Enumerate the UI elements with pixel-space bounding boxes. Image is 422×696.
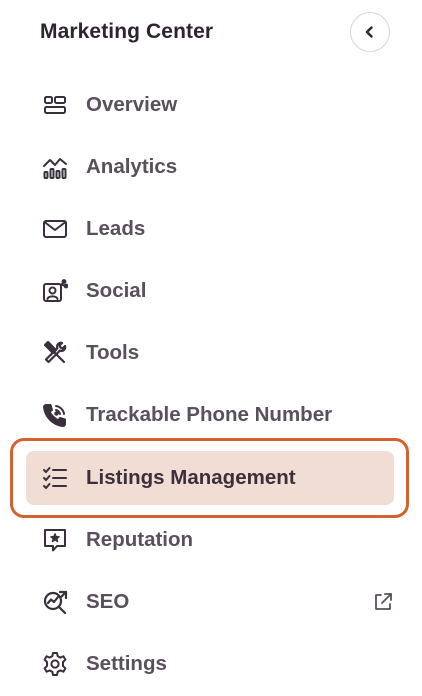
sidebar-item-settings[interactable]: Settings [26, 637, 394, 691]
grid-layout-icon [42, 92, 68, 118]
star-chat-icon [42, 527, 68, 553]
mail-icon [42, 216, 68, 242]
social-share-icon [42, 278, 68, 304]
external-link-icon[interactable] [372, 591, 394, 613]
chevron-left-icon [363, 25, 377, 39]
checklist-icon [42, 465, 68, 491]
chart-trend-icon [42, 154, 68, 180]
sidebar-item-label: Settings [86, 652, 167, 675]
sidebar-item-label: Listings Management [86, 466, 296, 489]
sidebar-item-listings-management[interactable]: Listings Management [26, 451, 394, 505]
search-chart-icon [42, 589, 68, 615]
sidebar-item-label: Social [86, 279, 147, 302]
tools-icon [42, 340, 68, 366]
gear-icon [42, 651, 68, 677]
sidebar-item-leads[interactable]: Leads [26, 202, 394, 256]
sidebar-item-label: Overview [86, 93, 178, 116]
sidebar-item-label: Tools [86, 341, 140, 364]
sidebar-item-seo[interactable]: SEO [26, 575, 394, 629]
sidebar-item-social[interactable]: Social [26, 264, 394, 318]
phone-tracking-icon [42, 402, 68, 428]
collapse-sidebar-button[interactable] [350, 12, 390, 52]
sidebar-title: Marketing Center [40, 20, 214, 43]
sidebar-item-label: Analytics [86, 155, 178, 178]
sidebar-item-overview[interactable]: Overview [26, 78, 394, 132]
sidebar-header: Marketing Center [0, 0, 422, 66]
sidebar-item-label: Leads [86, 217, 146, 240]
sidebar-item-reputation[interactable]: Reputation [26, 513, 394, 567]
sidebar: Marketing Center Overview Analytics Lead… [0, 0, 422, 696]
sidebar-item-tools[interactable]: Tools [26, 326, 394, 380]
sidebar-item-label: Reputation [86, 528, 194, 551]
sidebar-item-analytics[interactable]: Analytics [26, 140, 394, 194]
sidebar-item-label: Trackable Phone Number [86, 403, 333, 426]
sidebar-item-label: SEO [86, 590, 130, 613]
sidebar-item-trackable-phone-number[interactable]: Trackable Phone Number [26, 388, 394, 442]
